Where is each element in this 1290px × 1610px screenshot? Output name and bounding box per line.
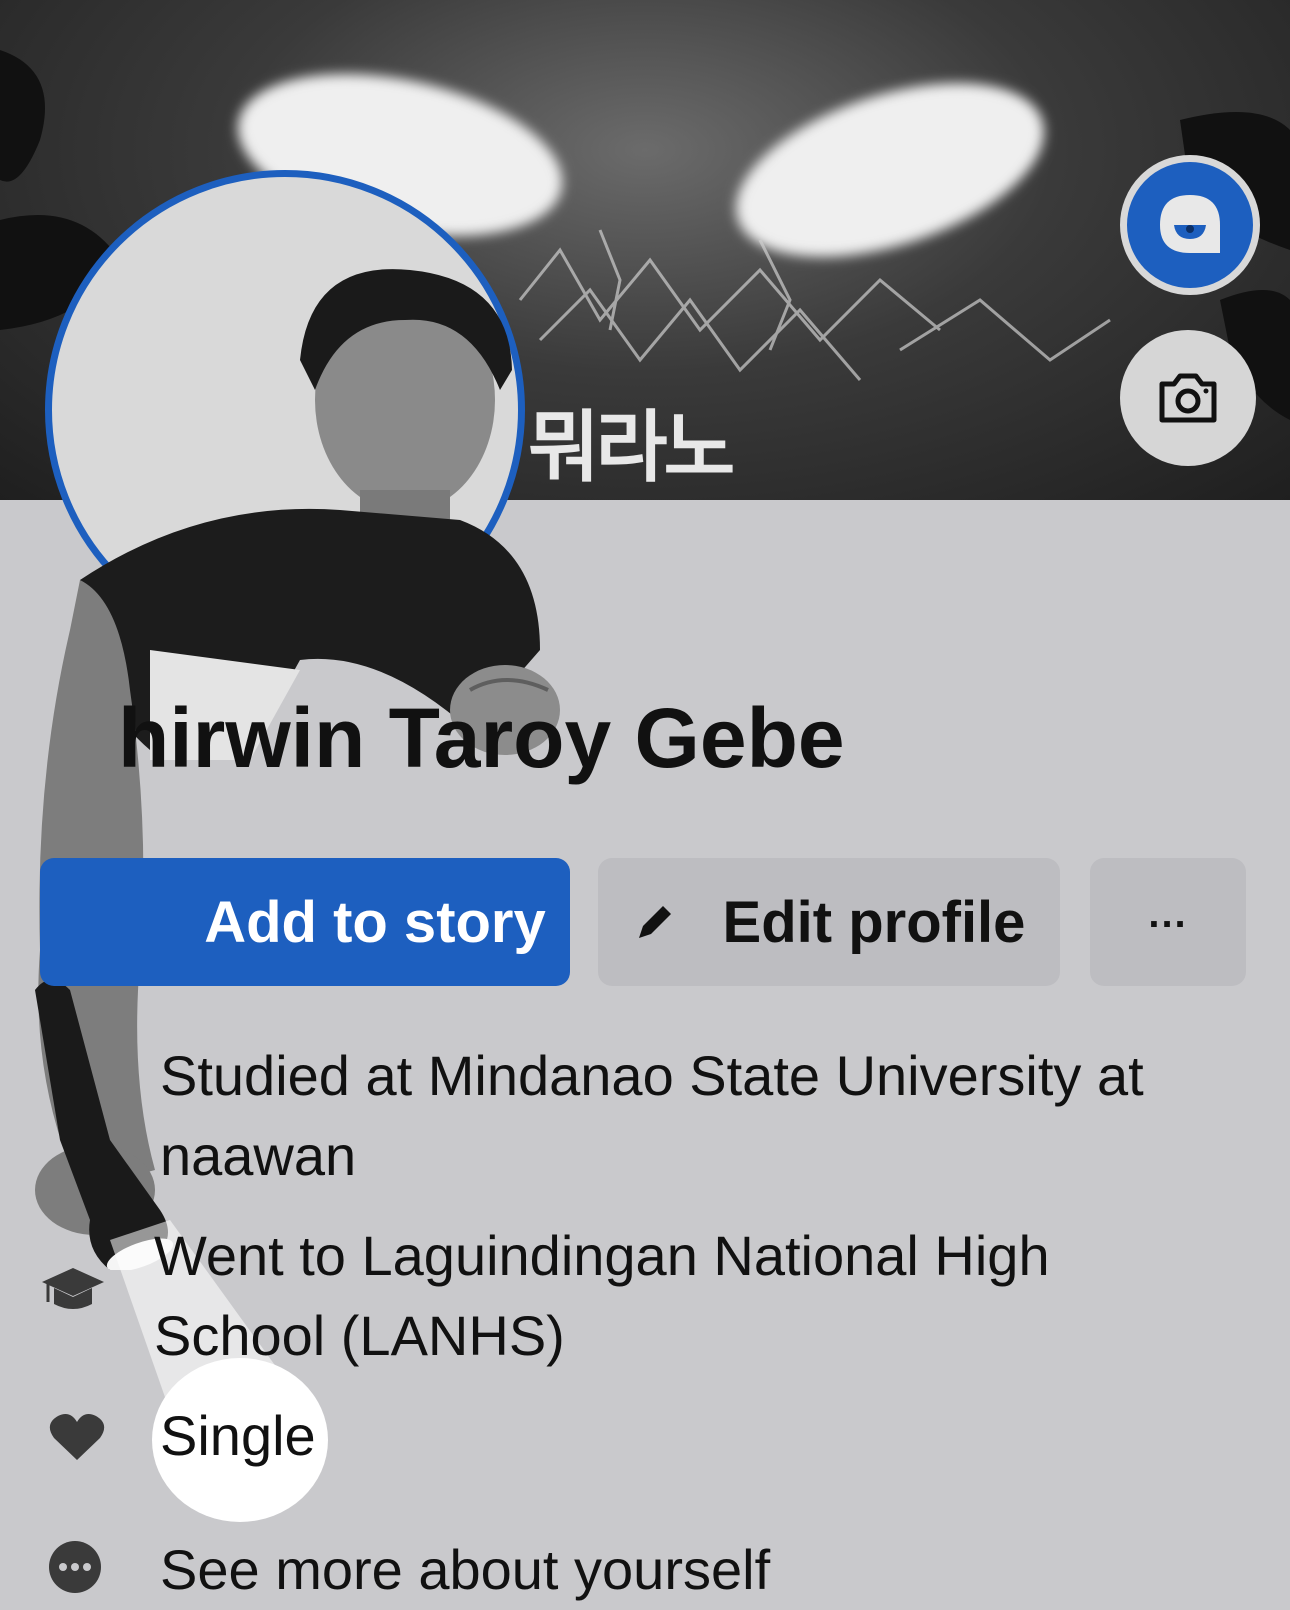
more-dots-icon (49, 1541, 101, 1593)
cover-camera-button[interactable] (1120, 330, 1256, 466)
edit-profile-label: Edit profile (722, 889, 1026, 955)
heart-icon (49, 1414, 105, 1460)
info-relationship: Single (160, 1404, 316, 1467)
see-more-about-yourself-link[interactable]: See more about yourself (160, 1530, 770, 1610)
graduation-cap-icon (42, 1268, 104, 1309)
edit-profile-button[interactable]: Edit profile (598, 858, 1060, 986)
pencil-icon (638, 906, 671, 938)
camera-icon (1159, 373, 1217, 423)
info-went: Went to Laguindingan National High Schoo… (154, 1224, 1050, 1367)
more-options-label: ... (1148, 891, 1188, 936)
add-to-story-label: Add to story (204, 889, 546, 955)
app-button[interactable] (1120, 155, 1260, 295)
app-face-icon (1160, 195, 1220, 253)
add-to-story-button[interactable]: Add to story (40, 858, 570, 986)
profile-name: hirwin Taroy Gebe (118, 691, 845, 785)
info-studied: Studied at Mindanao State University at … (160, 1044, 1144, 1187)
more-options-button[interactable]: ... (1090, 858, 1246, 986)
